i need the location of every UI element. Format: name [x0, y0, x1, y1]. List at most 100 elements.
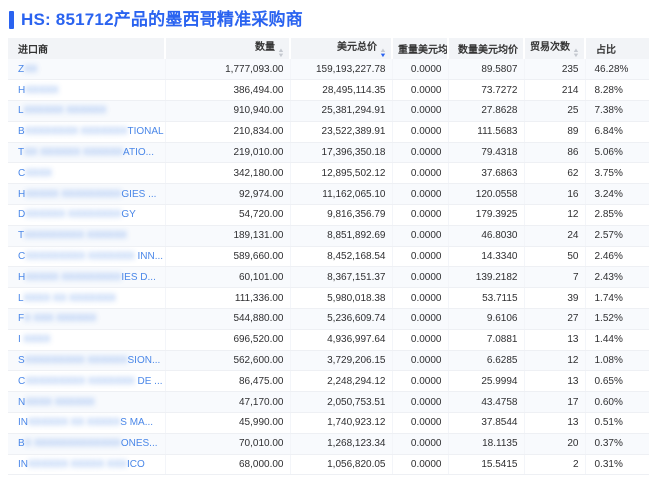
- trade-count-cell: 25: [524, 100, 586, 122]
- importer-link[interactable]: CXXXXXXXXX XXXXXXX DE ...: [18, 376, 163, 387]
- share-cell: 46.28%: [585, 59, 649, 81]
- weight-avg-cell: 0.0000: [392, 370, 449, 393]
- importer-redacted-text: XXXX XXXXXX: [25, 396, 95, 408]
- qty-avg-cell: 37.8544: [448, 412, 525, 434]
- importer-link[interactable]: BX XXXXXXXXXXXXXONES...: [18, 438, 158, 449]
- importer-redacted-text: XXXXXXXXX XXXXXXX: [25, 375, 138, 387]
- importer-visible-text: GIES ...: [121, 188, 157, 200]
- importer-link[interactable]: SXXXXXXXXX XXXXXXSION...: [18, 355, 160, 366]
- weight-avg-cell: 0.0000: [392, 246, 449, 268]
- quantity-cell: 1,777,093.00: [165, 59, 291, 81]
- share-cell: 0.65%: [585, 370, 649, 393]
- sort-icon-quantity[interactable]: ▲ ▼: [277, 48, 284, 59]
- table-row: HXXXXX XXXXXXXXXGIES ... 92,974.00 11,16…: [8, 183, 649, 206]
- share-cell: 7.38%: [585, 100, 649, 122]
- table-row: CXXXXXXXXX XXXXXXX INN... 589,660.00 8,4…: [8, 246, 649, 268]
- importer-visible-text: S: [18, 355, 25, 367]
- usd-total-cell: 2,050,753.51: [290, 391, 393, 414]
- importer-visible-text: DE ...: [137, 375, 163, 387]
- trade-count-cell: 7: [524, 266, 586, 289]
- table-row: BXXXXXXXX XXXXXXXTIONAL 210,834.00 23,52…: [8, 121, 649, 143]
- table-row: INXXXXXX XX XXXXXS MA... 45,990.00 1,740…: [8, 412, 649, 434]
- importer-link[interactable]: ZXX: [18, 64, 37, 75]
- quantity-cell: 68,000.00: [165, 454, 291, 476]
- importer-cell: TXXXXXXXXX XXXXXX: [8, 225, 166, 247]
- importer-link[interactable]: INXXXXXX XXXXX XXXICO: [18, 459, 145, 470]
- qty-avg-cell: 79.4318: [448, 142, 525, 164]
- importer-redacted-text: XXXX: [20, 334, 51, 346]
- share-cell: 2.85%: [585, 204, 649, 226]
- usd-total-cell: 3,729,206.15: [290, 350, 393, 372]
- importer-link[interactable]: INXXXXXX XX XXXXXS MA...: [18, 417, 153, 428]
- share-cell: 0.37%: [585, 433, 649, 455]
- importer-link[interactable]: CXXXX: [18, 168, 52, 179]
- importer-link[interactable]: DXXXXXX XXXXXXXXGY: [18, 209, 136, 220]
- usd-total-cell: 2,248,294.12: [290, 370, 393, 393]
- share-cell: 5.06%: [585, 142, 649, 164]
- qty-avg-cell: 43.4758: [448, 391, 525, 414]
- importer-visible-text: TIONAL: [127, 126, 164, 138]
- weight-avg-cell: 0.0000: [392, 142, 449, 164]
- usd-total-cell: 11,162,065.10: [290, 183, 393, 206]
- importer-redacted-text: X XXXXXXXXXXXXX: [24, 438, 121, 450]
- quantity-cell: 910,940.00: [165, 100, 291, 122]
- col-header-trade-count[interactable]: 贸易次数 ▲ ▼: [523, 38, 585, 59]
- quantity-cell: 111,336.00: [165, 287, 291, 310]
- importer-link[interactable]: BXXXXXXXX XXXXXXXTIONAL: [18, 126, 164, 137]
- quantity-cell: 189,131.00: [165, 225, 291, 247]
- weight-avg-cell: 0.0000: [392, 121, 449, 143]
- table-row: CXXXXXXXXX XXXXXXX DE ... 86,475.00 2,24…: [8, 370, 649, 393]
- importer-link[interactable]: HXXXXX XXXXXXXXXIES D...: [18, 272, 156, 283]
- importer-link[interactable]: TXXXXXXXXX XXXXXX: [18, 230, 127, 241]
- importer-cell: TXX XXXXXX XXXXXXATIO...: [8, 142, 166, 164]
- importer-link[interactable]: HXXXXX: [18, 85, 59, 96]
- quantity-cell: 210,834.00: [165, 121, 291, 143]
- quantity-cell: 562,600.00: [165, 350, 291, 372]
- page-header: HS: 851712产品的墨西哥精准采购商: [0, 0, 655, 38]
- qty-avg-cell: 7.0881: [448, 329, 525, 351]
- table-row: SXXXXXXXXX XXXXXXSION... 562,600.00 3,72…: [8, 350, 649, 372]
- col-header-label: 贸易次数: [530, 42, 571, 53]
- importer-cell: I XXXX: [8, 329, 166, 351]
- trade-count-cell: 17: [524, 391, 586, 414]
- sort-icon-trade-count[interactable]: ▲ ▼: [572, 48, 580, 59]
- share-cell: 2.46%: [585, 246, 649, 268]
- importer-redacted-text: XX: [24, 63, 38, 75]
- sort-down-icon: ▼: [572, 53, 580, 59]
- qty-avg-cell: 15.5415: [448, 454, 525, 476]
- importer-link[interactable]: CXXXXXXXXX XXXXXXX INN...: [18, 251, 163, 262]
- importer-visible-text: IN: [18, 459, 28, 471]
- usd-total-cell: 1,740,923.12: [290, 412, 393, 434]
- share-cell: 1.08%: [585, 350, 649, 372]
- share-cell: 1.52%: [585, 308, 649, 330]
- importer-link[interactable]: LXXXXXX XXXXXX: [18, 105, 106, 116]
- importer-redacted-text: XXXXXX XXXXXXXX: [25, 209, 122, 221]
- importer-link[interactable]: FX XXX XXXXXX: [18, 313, 96, 324]
- weight-avg-cell: 0.0000: [392, 59, 449, 81]
- importer-link[interactable]: TXX XXXXXX XXXXXXATIO...: [18, 147, 154, 158]
- col-header-label: 数量: [255, 42, 276, 53]
- importer-link[interactable]: LXXXX XX XXXXXXX: [18, 293, 116, 304]
- importer-cell: BXXXXXXXX XXXXXXXTIONAL: [8, 121, 166, 143]
- col-header-label: 占比: [596, 45, 616, 56]
- share-cell: 6.84%: [585, 121, 649, 143]
- weight-avg-cell: 0.0000: [392, 162, 449, 185]
- col-header-quantity[interactable]: 数量 ▲ ▼: [164, 38, 290, 59]
- col-header-usd-total[interactable]: 美元总价 ▲ ▼: [289, 38, 392, 59]
- sort-down-icon: ▼: [379, 53, 387, 59]
- weight-avg-cell: 0.0000: [392, 266, 449, 289]
- importer-cell: CXXXX: [8, 162, 166, 185]
- importer-link[interactable]: I XXXX: [18, 334, 50, 345]
- usd-total-cell: 1,268,123.34: [290, 433, 393, 455]
- usd-total-cell: 8,452,168.54: [290, 246, 393, 268]
- importer-cell: INXXXXXX XXXXX XXXICO: [8, 454, 166, 476]
- trade-count-cell: 27: [524, 308, 586, 330]
- sort-icon-usd-total[interactable]: ▲ ▼: [379, 48, 387, 59]
- importer-visible-text: S MA...: [120, 417, 154, 429]
- importer-visible-text: INN...: [137, 251, 164, 263]
- importer-redacted-text: XXXXXXXXX XXXXXX: [24, 230, 127, 242]
- usd-total-cell: 8,851,892.69: [290, 225, 393, 247]
- importer-link[interactable]: NXXXX XXXXXX: [18, 397, 95, 408]
- importer-link[interactable]: HXXXXX XXXXXXXXXGIES ...: [18, 189, 156, 200]
- share-cell: 0.60%: [585, 391, 649, 414]
